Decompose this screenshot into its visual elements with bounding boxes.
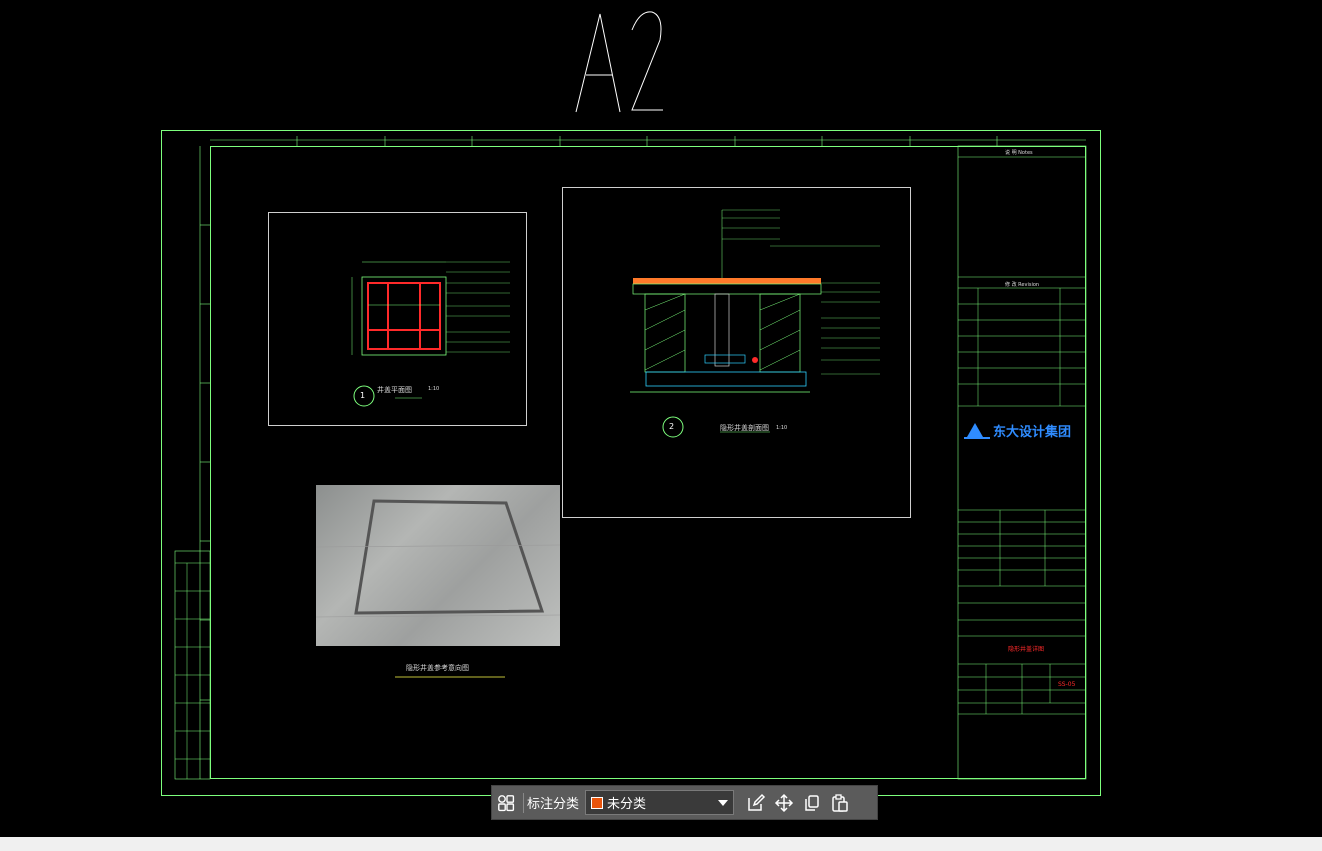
detail-2-scale: 1:10	[776, 425, 788, 431]
revision-header: 修 改 Revision	[1005, 282, 1040, 288]
copy-icon[interactable]	[798, 789, 826, 817]
detail-1-number: 1	[360, 391, 366, 400]
category-label: 标注分类	[527, 796, 580, 811]
notes-header: 说 明 Notes	[1005, 150, 1033, 156]
company-name: 东大设计集团	[993, 425, 1072, 440]
cad-drawing-canvas[interactable]: 井盖平面图 1 1:10 隐形井盖剖面图 2 1:10 隐形井盖参考意向图 说 …	[0, 0, 1322, 837]
photo-caption: 隐形井盖参考意向图	[406, 664, 469, 672]
drawing-title-red: 隐形井盖详图	[1008, 646, 1045, 653]
detail-2-number: 2	[669, 422, 675, 431]
move-icon[interactable]	[770, 789, 798, 817]
detail-2-title: 隐形井盖剖面图	[720, 424, 769, 432]
manhole-cover-outline	[315, 499, 561, 618]
detail-1-title: 井盖平面图	[377, 386, 412, 394]
paste-icon[interactable]	[826, 789, 854, 817]
detail-2-viewport	[562, 187, 911, 518]
sheet-number: SS-05	[1058, 681, 1076, 688]
annotation-toolbar: 标注分类 未分类	[491, 785, 878, 820]
detail-1-scale: 1:10	[428, 386, 440, 392]
grid-icon[interactable]	[492, 789, 520, 817]
category-color-swatch	[591, 796, 604, 809]
chevron-down-icon	[718, 799, 729, 806]
category-value: 未分类	[607, 796, 647, 811]
edit-icon[interactable]	[742, 789, 770, 817]
toolbar-separator	[523, 792, 524, 813]
reference-photo	[315, 485, 561, 646]
status-strip	[0, 837, 1322, 851]
category-dropdown[interactable]: 未分类	[585, 790, 735, 815]
